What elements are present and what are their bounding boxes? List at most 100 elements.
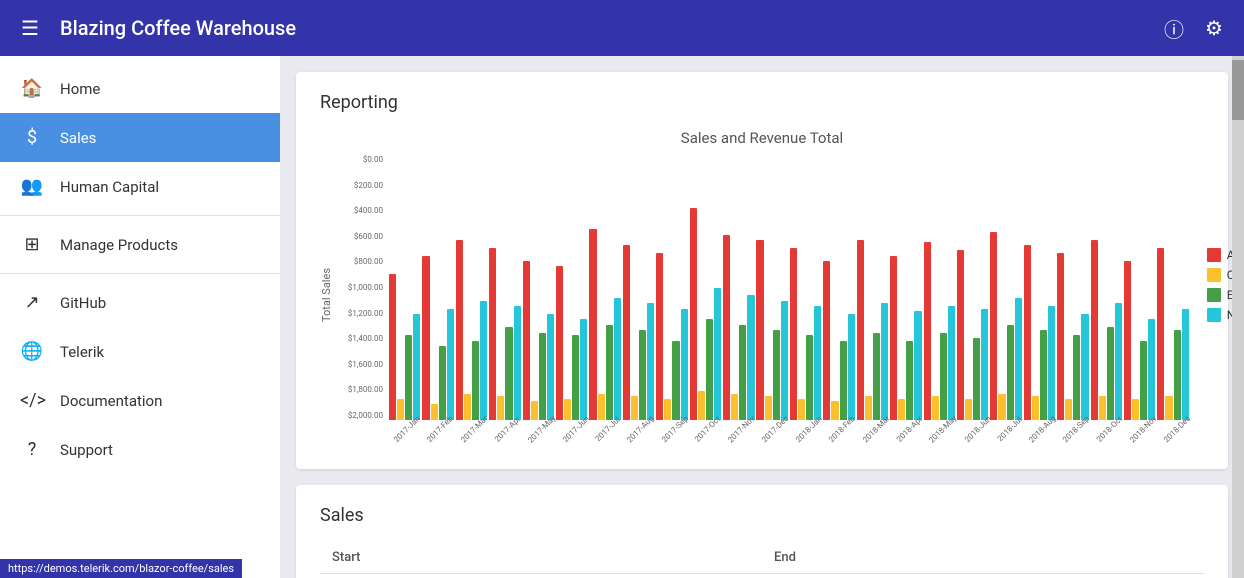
bar-apac [1124, 261, 1131, 420]
y-axis-tick: $1,800.00 [337, 385, 383, 394]
bar-apac [422, 256, 429, 420]
bar-na [914, 311, 921, 420]
bar-group [924, 155, 955, 420]
bar-group [823, 155, 854, 420]
bar-cala [1099, 396, 1106, 420]
sidebar-item-github[interactable]: ↗ GitHub [0, 278, 280, 327]
bar-group [790, 155, 821, 420]
bar-apac [523, 261, 530, 420]
bar-apac [990, 232, 997, 420]
bar-group [456, 155, 487, 420]
sidebar-item-manage-products[interactable]: ⊞ Manage Products [0, 220, 280, 269]
bar-apac [589, 229, 596, 420]
bar-apac [790, 248, 797, 420]
bar-group [690, 155, 721, 420]
sidebar: 🏠 Home $ Sales 👥 Human Capital ⊞ Manage … [0, 56, 280, 578]
bar-apac [623, 245, 630, 420]
sidebar-item-human-capital[interactable]: 👥 Human Capital [0, 162, 280, 211]
settings-icon[interactable]: ⚙ [1200, 14, 1228, 42]
bar-emea [1174, 330, 1181, 420]
bar-group [656, 155, 687, 420]
bar-emea [1107, 327, 1114, 420]
sales-table-header: Start End [320, 542, 1204, 574]
bar-group [523, 155, 554, 420]
bar-cala [731, 394, 738, 421]
bar-group [723, 155, 754, 420]
y-axis-tick: $0.00 [337, 155, 383, 164]
sidebar-item-home[interactable]: 🏠 Home [0, 64, 280, 113]
sidebar-item-telerik[interactable]: 🌐 Telerik [0, 327, 280, 376]
chart-container: Sales and Revenue Total Total Sales $2,0… [320, 129, 1204, 449]
bar-group [1024, 155, 1055, 420]
people-icon: 👥 [20, 176, 44, 197]
code-icon: </> [20, 390, 44, 411]
bar-na [1148, 319, 1155, 420]
bar-group [890, 155, 921, 420]
bar-emea [706, 319, 713, 420]
bar-apac [1024, 245, 1031, 420]
bar-group [422, 155, 453, 420]
bar-apac [890, 256, 897, 420]
y-axis-tick: $800.00 [337, 257, 383, 266]
bar-emea [1073, 335, 1080, 420]
bar-emea [1140, 341, 1147, 421]
bar-emea [906, 341, 913, 421]
legend-color [1207, 248, 1221, 262]
bar-apac [756, 240, 763, 420]
legend-color [1207, 308, 1221, 322]
y-axis-tick: $1,000.00 [337, 283, 383, 292]
info-icon[interactable]: ⓘ [1160, 14, 1188, 42]
github-icon: ↗ [20, 292, 44, 313]
y-axis-label: Total Sales [320, 155, 333, 435]
menu-icon[interactable]: ☰ [16, 14, 44, 42]
bar-na [881, 303, 888, 420]
bar-na [781, 301, 788, 420]
sidebar-label-documentation: Documentation [60, 392, 162, 410]
sidebar-item-documentation[interactable]: </> Documentation [0, 376, 280, 425]
bar-na [714, 288, 721, 421]
bar-na [514, 306, 521, 420]
sidebar-label-sales: Sales [60, 129, 96, 147]
bar-na [948, 306, 955, 420]
support-icon: ? [20, 439, 44, 460]
sidebar-item-support[interactable]: ? Support [0, 425, 280, 474]
bar-emea [739, 325, 746, 420]
bar-cala [865, 396, 872, 420]
sidebar-item-sales[interactable]: $ Sales [0, 113, 280, 162]
header: ☰ Blazing Coffee Warehouse ⓘ ⚙ [0, 0, 1244, 56]
bar-group [857, 155, 888, 420]
layout: 🏠 Home $ Sales 👥 Human Capital ⊞ Manage … [0, 56, 1244, 578]
bar-na [647, 303, 654, 420]
bars-wrapper [387, 155, 1191, 420]
sidebar-divider-2 [0, 273, 280, 274]
bar-emea [405, 335, 412, 420]
home-icon: 🏠 [20, 78, 44, 99]
bar-cala [932, 396, 939, 420]
bar-na [614, 298, 621, 420]
y-axis-tick: $600.00 [337, 232, 383, 241]
header-actions: ⓘ ⚙ [1160, 14, 1228, 42]
bar-emea [572, 335, 579, 420]
bar-group [489, 155, 520, 420]
bar-na [981, 309, 988, 420]
y-axis-tick: $1,600.00 [337, 360, 383, 369]
cell-end: 1/1/2019 [762, 574, 1204, 578]
bar-na [1015, 298, 1022, 420]
bar-group [389, 155, 420, 420]
sales-row: 1/1/2017 1/1/2019 [320, 574, 1204, 578]
bar-na [747, 295, 754, 420]
bar-group [1057, 155, 1088, 420]
sidebar-label-home: Home [60, 80, 100, 98]
bar-na [681, 309, 688, 420]
bar-emea [873, 333, 880, 420]
scrollbar[interactable] [1232, 56, 1244, 578]
legend-color [1207, 268, 1221, 282]
bar-group [957, 155, 988, 420]
scrollbar-thumb[interactable] [1232, 60, 1244, 120]
y-axis-tick: $200.00 [337, 181, 383, 190]
sidebar-label-telerik: Telerik [60, 343, 104, 361]
bar-apac [823, 261, 830, 420]
bar-group [1157, 155, 1188, 420]
bar-emea [773, 330, 780, 420]
reporting-title: Reporting [320, 92, 1204, 113]
